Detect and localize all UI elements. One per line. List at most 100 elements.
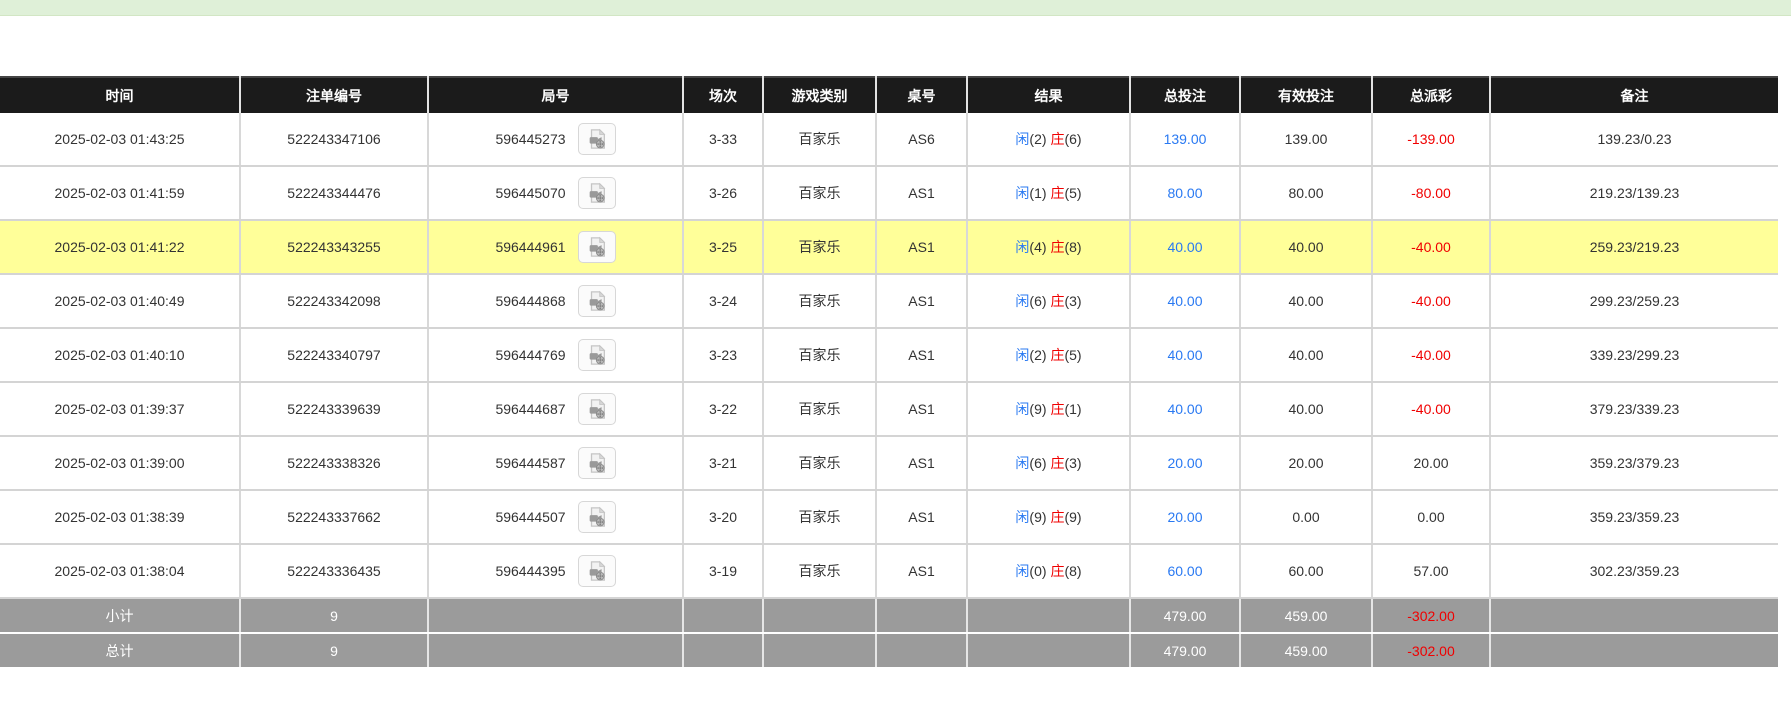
banker-result-label: 庄: [1050, 401, 1064, 417]
round-number: 596444507: [495, 509, 565, 525]
banker-result-label: 庄: [1050, 131, 1064, 147]
table-row[interactable]: 2025-02-03 01:43:25 522243347106 5964452…: [0, 113, 1778, 166]
video-replay-button[interactable]: [578, 393, 616, 425]
cell-game-type: 百家乐: [763, 274, 876, 328]
summary-label: 总计: [0, 633, 240, 668]
cell-remark: 139.23/0.23: [1490, 113, 1778, 166]
banker-result-score: (3): [1064, 293, 1081, 309]
cell-bet-number: 522243339639: [240, 382, 428, 436]
cell-result: 闲(4) 庄(8): [967, 220, 1130, 274]
table-row[interactable]: 2025-02-03 01:38:39 522243337662 5964445…: [0, 490, 1778, 544]
cell-table-number: AS6: [876, 113, 967, 166]
video-replay-button[interactable]: [578, 339, 616, 371]
video-replay-button[interactable]: [578, 555, 616, 587]
total-bet-link[interactable]: 20.00: [1167, 455, 1202, 471]
table-row[interactable]: 2025-02-03 01:39:37 522243339639 5964446…: [0, 382, 1778, 436]
cell-time: 2025-02-03 01:38:04: [0, 544, 240, 598]
total-bet-link[interactable]: 40.00: [1167, 401, 1202, 417]
cell-valid-bet: 80.00: [1240, 166, 1372, 220]
cell-result: 闲(0) 庄(8): [967, 544, 1130, 598]
cell-time: 2025-02-03 01:43:25: [0, 113, 240, 166]
cell-session: 3-26: [683, 166, 763, 220]
table-row[interactable]: 2025-02-03 01:40:49 522243342098 5964448…: [0, 274, 1778, 328]
player-result-label: 闲: [1015, 401, 1029, 417]
cell-bet-number: 522243337662: [240, 490, 428, 544]
cell-session: 3-33: [683, 113, 763, 166]
total-bet-link[interactable]: 60.00: [1167, 563, 1202, 579]
table-row[interactable]: 2025-02-03 01:39:00 522243338326 5964445…: [0, 436, 1778, 490]
banker-result-score: (8): [1064, 239, 1081, 255]
round-number: 596445273: [495, 131, 565, 147]
player-result-label: 闲: [1015, 509, 1029, 525]
video-file-icon: [586, 236, 608, 258]
cell-session: 3-19: [683, 544, 763, 598]
total-bet-link[interactable]: 40.00: [1167, 239, 1202, 255]
video-file-icon: [586, 290, 608, 312]
player-result-label: 闲: [1015, 185, 1029, 201]
player-result-label: 闲: [1015, 347, 1029, 363]
cell-table-number: AS1: [876, 274, 967, 328]
summary-total-bet: 479.00: [1130, 598, 1240, 633]
video-file-icon: [586, 560, 608, 582]
cell-payout: 57.00: [1372, 544, 1490, 598]
table-row[interactable]: 2025-02-03 01:38:04 522243336435 5964443…: [0, 544, 1778, 598]
round-number: 596444687: [495, 401, 565, 417]
cell-time: 2025-02-03 01:39:37: [0, 382, 240, 436]
banker-result-label: 庄: [1050, 563, 1064, 579]
summary-payout: -302.00: [1372, 598, 1490, 633]
cell-total-bet: 20.00: [1130, 490, 1240, 544]
video-replay-button[interactable]: [578, 177, 616, 209]
cell-round-number: 596444868: [428, 274, 683, 328]
cell-remark: 379.23/339.23: [1490, 382, 1778, 436]
cell-valid-bet: 20.00: [1240, 436, 1372, 490]
cell-time: 2025-02-03 01:41:59: [0, 166, 240, 220]
banker-result-label: 庄: [1050, 239, 1064, 255]
cell-valid-bet: 139.00: [1240, 113, 1372, 166]
cell-round-number: 596444507: [428, 490, 683, 544]
cell-table-number: AS1: [876, 220, 967, 274]
summary-payout: -302.00: [1372, 633, 1490, 668]
cell-total-bet: 60.00: [1130, 544, 1240, 598]
banker-result-score: (5): [1064, 347, 1081, 363]
total-bet-link[interactable]: 80.00: [1167, 185, 1202, 201]
video-replay-button[interactable]: [578, 447, 616, 479]
video-replay-button[interactable]: [578, 501, 616, 533]
video-replay-button[interactable]: [578, 231, 616, 263]
table-row[interactable]: 2025-02-03 01:40:10 522243340797 5964447…: [0, 328, 1778, 382]
table-row[interactable]: 2025-02-03 01:41:59 522243344476 5964450…: [0, 166, 1778, 220]
total-bet-link[interactable]: 40.00: [1167, 293, 1202, 309]
table-row[interactable]: 2025-02-03 01:41:22 522243343255 5964449…: [0, 220, 1778, 274]
summary-total-bet: 479.00: [1130, 633, 1240, 668]
player-result-score: (6): [1029, 293, 1046, 309]
cell-round-number: 596445273: [428, 113, 683, 166]
cell-bet-number: 522243343255: [240, 220, 428, 274]
player-result-score: (2): [1029, 347, 1046, 363]
cell-result: 闲(2) 庄(6): [967, 113, 1130, 166]
total-bet-link[interactable]: 40.00: [1167, 347, 1202, 363]
cell-result: 闲(6) 庄(3): [967, 274, 1130, 328]
cell-remark: 359.23/359.23: [1490, 490, 1778, 544]
column-header-round_no: 局号: [428, 77, 683, 113]
video-replay-button[interactable]: [578, 285, 616, 317]
cell-table-number: AS1: [876, 328, 967, 382]
cell-remark: 302.23/359.23: [1490, 544, 1778, 598]
banker-result-label: 庄: [1050, 347, 1064, 363]
cell-game-type: 百家乐: [763, 544, 876, 598]
cell-remark: 359.23/379.23: [1490, 436, 1778, 490]
player-result-score: (2): [1029, 131, 1046, 147]
cell-table-number: AS1: [876, 436, 967, 490]
player-result-score: (0): [1029, 563, 1046, 579]
video-file-icon: [586, 128, 608, 150]
total-bet-link[interactable]: 20.00: [1167, 509, 1202, 525]
column-header-session: 场次: [683, 77, 763, 113]
total-bet-link[interactable]: 139.00: [1164, 131, 1207, 147]
cell-remark: 299.23/259.23: [1490, 274, 1778, 328]
subtotal-row: 小计 9 479.00 459.00 -302.00: [0, 598, 1778, 633]
column-header-payout: 总派彩: [1372, 77, 1490, 113]
cell-payout: -40.00: [1372, 220, 1490, 274]
cell-game-type: 百家乐: [763, 382, 876, 436]
cell-payout: -40.00: [1372, 328, 1490, 382]
cell-session: 3-21: [683, 436, 763, 490]
video-replay-button[interactable]: [578, 123, 616, 155]
cell-total-bet: 40.00: [1130, 382, 1240, 436]
